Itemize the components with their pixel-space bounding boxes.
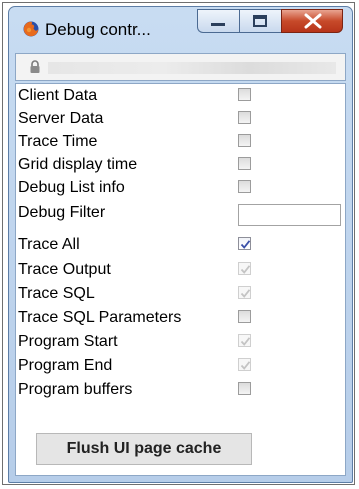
window-title: Debug contr... (45, 20, 151, 39)
program-start-checkbox (238, 334, 251, 347)
grid-display-time-checkbox[interactable] (238, 157, 251, 170)
caption-buttons (197, 9, 347, 35)
title-bar[interactable]: Debug contr... (9, 7, 352, 51)
maximize-icon (253, 15, 267, 27)
program-end-checkbox (238, 358, 251, 371)
flush-ui-page-cache-button[interactable]: Flush UI page cache (36, 433, 252, 465)
checkmark-icon (240, 337, 251, 346)
debug-list-info-checkbox[interactable] (238, 180, 251, 193)
option-label: Program Start (18, 333, 118, 350)
option-row-client-data: Client Data (16, 85, 345, 107)
checkmark-icon (240, 265, 251, 274)
option-label: Trace All (18, 236, 80, 253)
option-row-program-buffers: Program buffers (16, 379, 345, 401)
option-row-trace-output: Trace Output (16, 259, 345, 281)
minimize-icon (211, 23, 225, 26)
option-label: Trace SQL Parameters (18, 309, 182, 326)
server-data-checkbox[interactable] (238, 111, 251, 124)
option-row-debug-list-info: Debug List info (16, 177, 345, 199)
checkmark-icon (240, 289, 251, 298)
option-label: Program buffers (18, 381, 133, 398)
option-label: Grid display time (18, 156, 138, 173)
trace-sql-parameters-checkbox[interactable] (238, 310, 251, 323)
trace-time-checkbox[interactable] (238, 134, 251, 147)
minimize-button[interactable] (197, 9, 239, 33)
option-row-trace-time: Trace Time (16, 131, 345, 153)
address-bar[interactable] (15, 53, 346, 81)
program-buffers-checkbox[interactable] (238, 382, 251, 395)
option-row-server-data: Server Data (16, 108, 345, 130)
debug-window: Debug contr... Client Data Server Data T… (8, 6, 353, 483)
option-label: Debug Filter (18, 204, 106, 221)
option-row-program-end: Program End (16, 355, 345, 377)
checkmark-icon (240, 361, 251, 370)
close-icon (304, 13, 322, 29)
option-row-trace-all: Trace All (16, 234, 345, 256)
lock-icon (28, 60, 42, 79)
option-row-grid-display-time: Grid display time (16, 154, 345, 176)
option-label: Server Data (18, 110, 104, 127)
option-label: Debug List info (18, 179, 125, 196)
option-label: Program End (18, 357, 113, 374)
option-row-trace-sql: Trace SQL (16, 283, 345, 305)
debug-options-panel: Client Data Server Data Trace Time Grid dis… (15, 83, 346, 476)
maximize-button[interactable] (239, 9, 281, 33)
address-url-redacted (48, 62, 336, 74)
option-row-program-start: Program Start (16, 331, 345, 353)
option-label: Client Data (18, 87, 98, 104)
trace-all-checkbox[interactable] (238, 237, 251, 250)
option-row-trace-sql-parameters: Trace SQL Parameters (16, 307, 345, 329)
trace-output-checkbox (238, 262, 251, 275)
option-row-debug-filter: Debug Filter (16, 202, 345, 226)
firefox-icon (23, 21, 39, 37)
close-button[interactable] (281, 9, 343, 33)
option-label: Trace Time (18, 133, 98, 150)
checkmark-icon (240, 240, 251, 249)
trace-sql-checkbox (238, 286, 251, 299)
option-label: Trace SQL (18, 285, 95, 302)
debug-filter-input[interactable] (238, 204, 341, 226)
option-label: Trace Output (18, 261, 111, 278)
client-data-checkbox[interactable] (238, 88, 251, 101)
